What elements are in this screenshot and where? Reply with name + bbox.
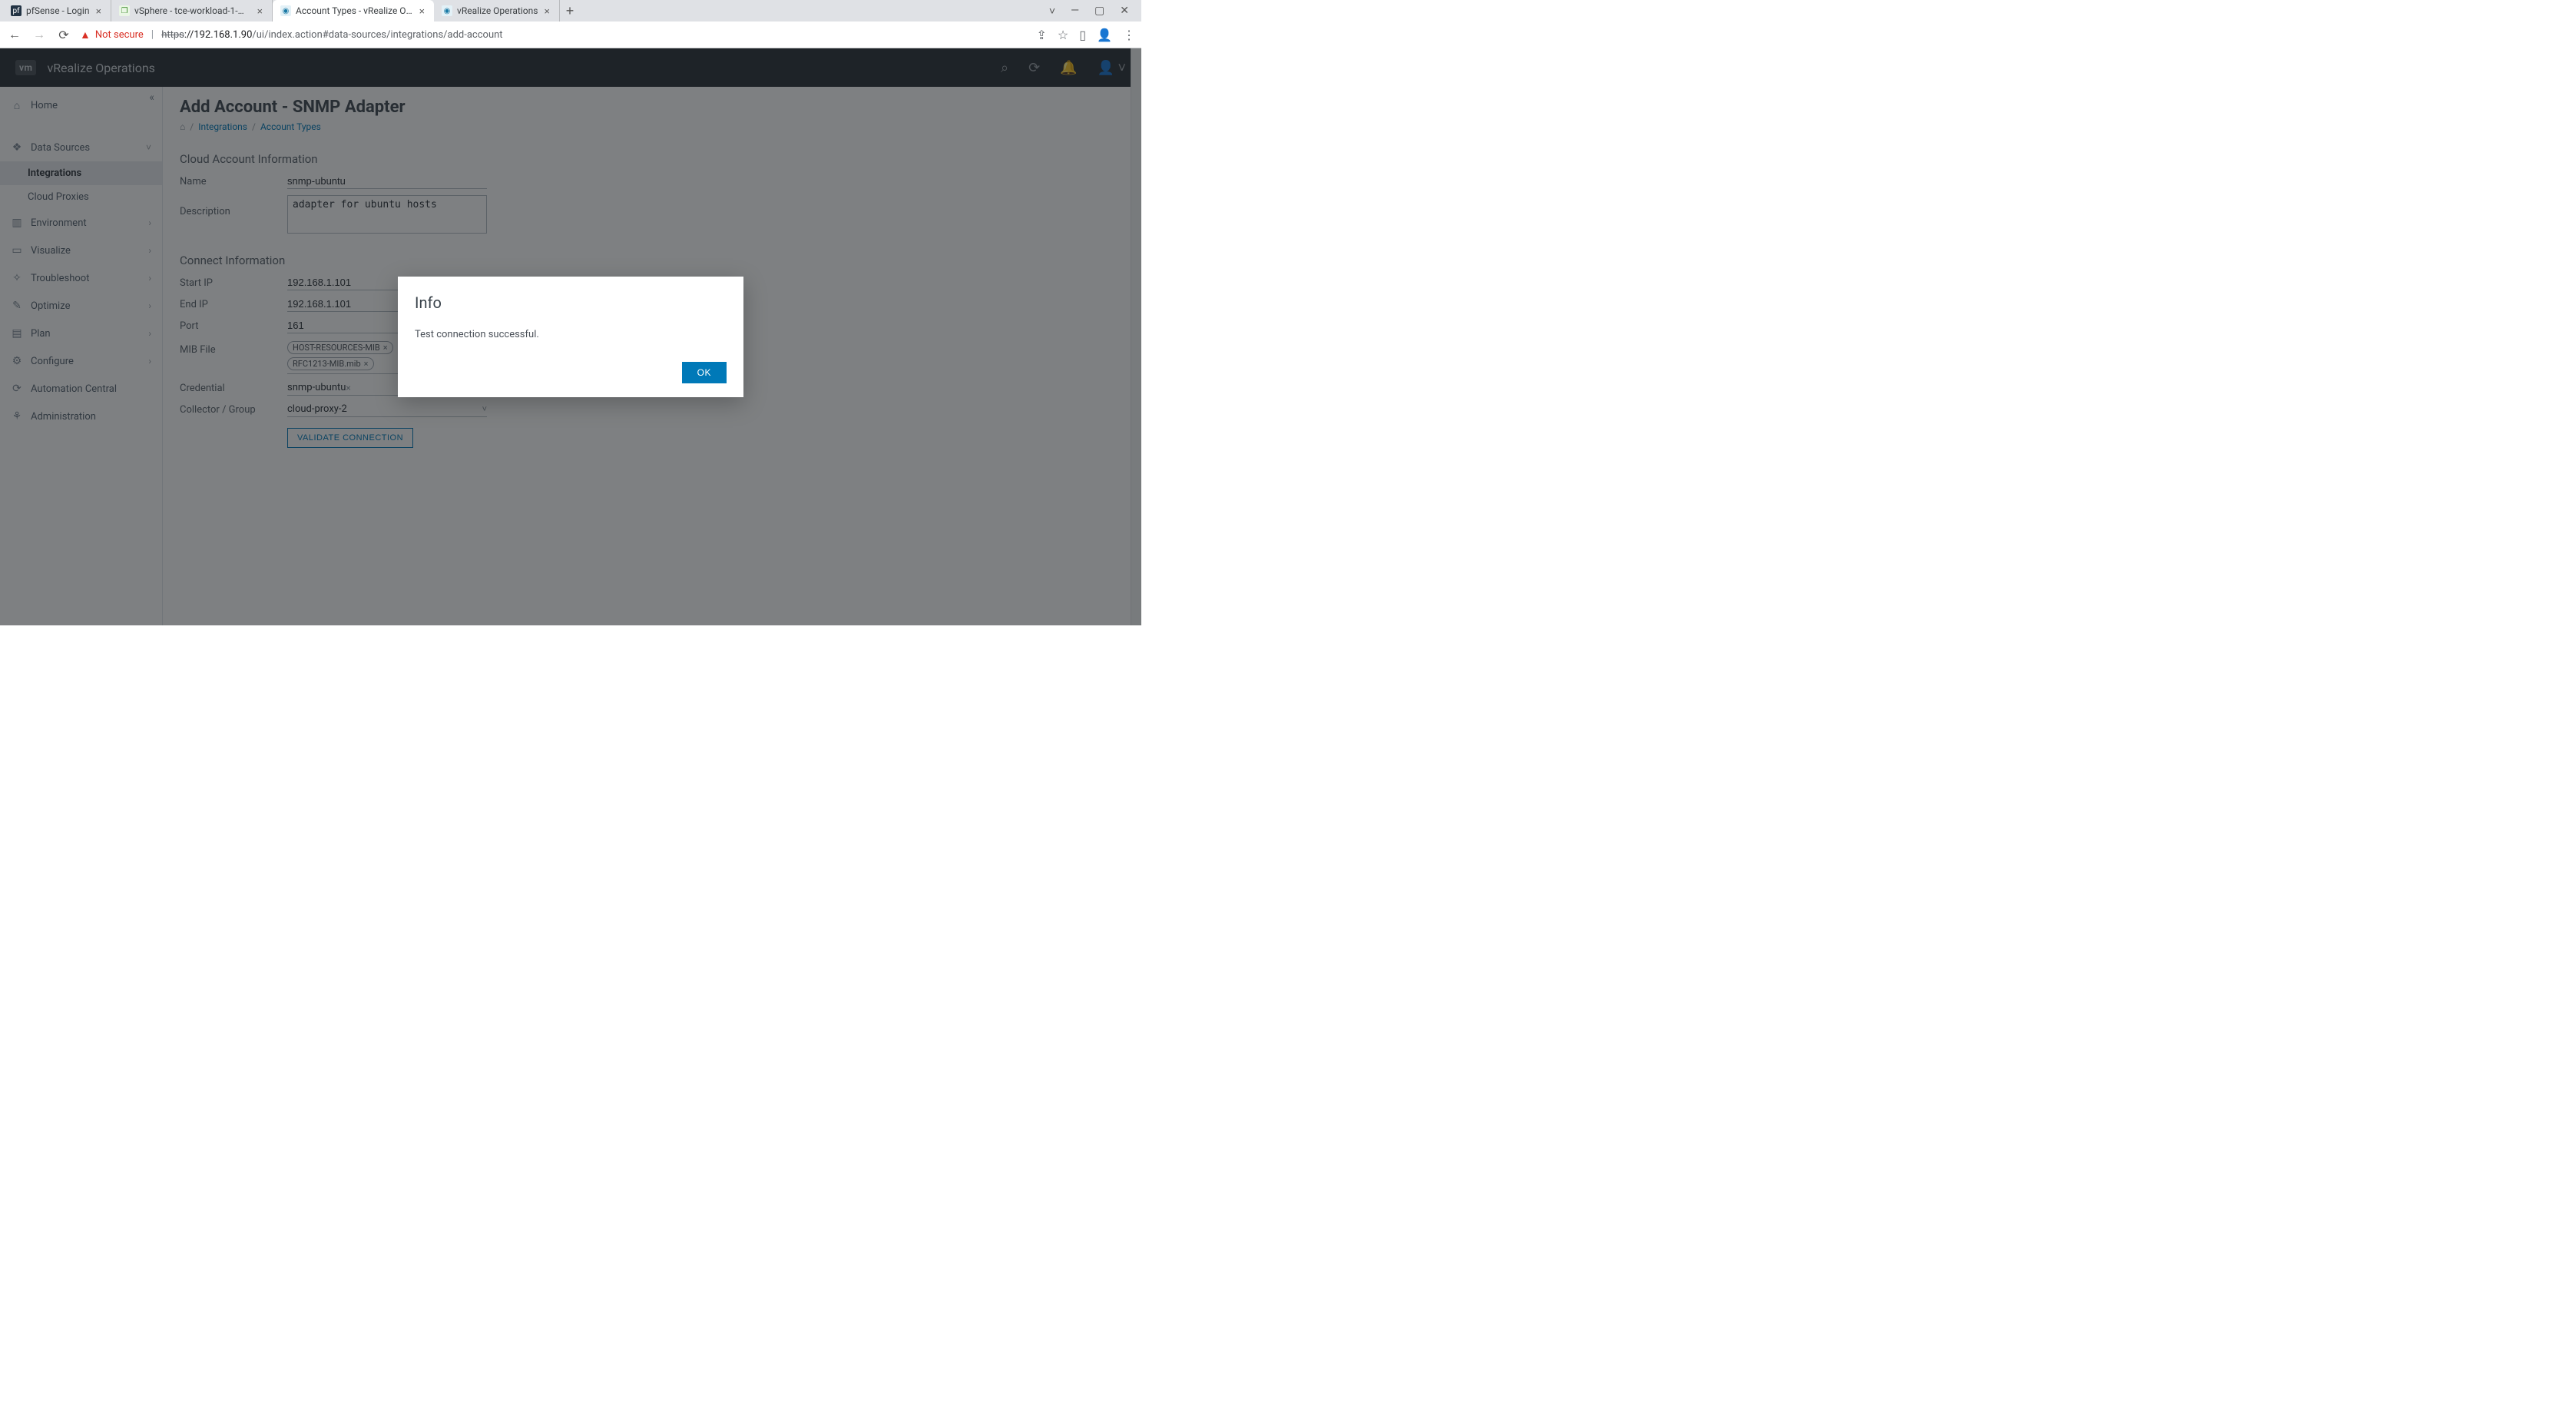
profile-icon[interactable]: 👤: [1097, 28, 1112, 42]
tab-favicon: ◉: [442, 5, 452, 16]
new-tab-button[interactable]: +: [560, 1, 580, 21]
browser-tab[interactable]: pf pfSense - Login ×: [3, 0, 111, 22]
reload-button[interactable]: ⟳: [55, 26, 72, 43]
window-controls: ˅ — ▢ ✕: [1049, 5, 1138, 18]
tab-title: vRealize Operations: [457, 5, 538, 16]
tab-favicon: pf: [11, 5, 22, 16]
tab-close-icon[interactable]: ×: [255, 5, 264, 17]
ok-button[interactable]: OK: [682, 362, 727, 383]
star-icon[interactable]: ☆: [1058, 28, 1068, 42]
security-text: Not secure: [95, 29, 144, 41]
tab-title: pfSense - Login: [26, 5, 89, 16]
url-host: ://192.168.1.90: [184, 29, 253, 41]
app-wrap: vm vRealize Operations ⌕ ⟳ 🔔 👤 ˅ « ⌂ Hom…: [0, 48, 1141, 625]
panel-icon[interactable]: ▯: [1079, 28, 1086, 42]
tab-strip: pf pfSense - Login × ❐ vSphere - tce-wor…: [0, 0, 1141, 22]
tab-close-icon[interactable]: ×: [417, 5, 426, 17]
maximize-icon[interactable]: ▢: [1094, 5, 1104, 17]
close-window-icon[interactable]: ✕: [1120, 5, 1129, 17]
browser-tab-active[interactable]: ◉ Account Types - vRealize Operati ×: [273, 0, 434, 22]
tab-favicon: ◉: [280, 5, 291, 16]
back-button[interactable]: ←: [6, 26, 23, 43]
modal-overlay: Info Test connection successful. OK: [0, 48, 1141, 625]
modal-message: Test connection successful.: [415, 329, 727, 340]
forward-button[interactable]: →: [31, 26, 48, 43]
tab-title: Account Types - vRealize Operati: [296, 5, 412, 16]
share-icon[interactable]: ⇪: [1037, 28, 1047, 42]
warning-icon: ▲: [80, 28, 91, 41]
tab-close-icon[interactable]: ×: [542, 5, 551, 17]
browser-tab[interactable]: ❐ vSphere - tce-workload-1-md-2- ×: [111, 0, 273, 22]
menu-icon[interactable]: ⋮: [1123, 28, 1135, 42]
url-display[interactable]: https://192.168.1.90/ui/index.action#dat…: [161, 29, 502, 41]
security-indicator[interactable]: ▲ Not secure: [80, 28, 144, 41]
info-modal: Info Test connection successful. OK: [398, 277, 743, 397]
browser-chrome: pf pfSense - Login × ❐ vSphere - tce-wor…: [0, 0, 1141, 48]
url-path: /ui/index.action#data-sources/integratio…: [252, 29, 502, 41]
tab-title: vSphere - tce-workload-1-md-2-: [134, 5, 250, 16]
browser-tab[interactable]: ◉ vRealize Operations ×: [434, 0, 560, 22]
minimize-icon[interactable]: —: [1071, 5, 1079, 17]
tab-close-icon[interactable]: ×: [94, 5, 103, 17]
addr-right-controls: ⇪ ☆ ▯ 👤 ⋮: [1037, 28, 1135, 42]
url-scheme: https: [161, 29, 184, 41]
tab-favicon: ❐: [119, 5, 130, 16]
divider: |: [151, 28, 154, 41]
modal-title: Info: [415, 293, 727, 312]
chevron-down-icon[interactable]: ˅: [1049, 5, 1055, 18]
address-bar: ← → ⟳ ▲ Not secure | https://192.168.1.9…: [0, 22, 1141, 48]
